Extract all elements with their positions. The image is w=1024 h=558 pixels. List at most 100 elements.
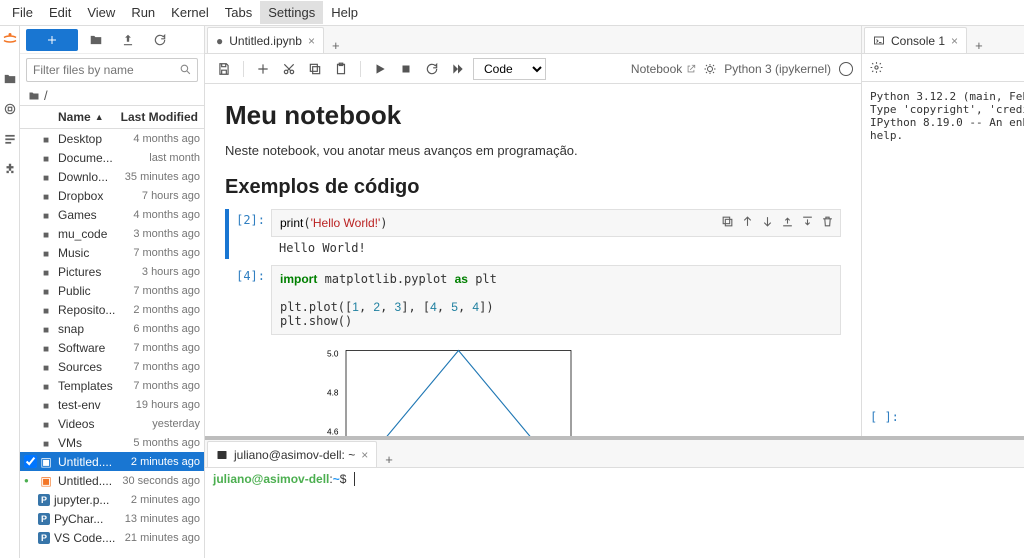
file-item[interactable]: Pjupyter.p...2 minutes ago: [20, 490, 204, 509]
new-folder-button[interactable]: [82, 29, 110, 51]
menu-file[interactable]: File: [4, 1, 41, 24]
file-item[interactable]: Desktop4 months ago: [20, 129, 204, 148]
menu-help[interactable]: Help: [323, 1, 366, 24]
restart-button[interactable]: [421, 58, 443, 80]
notebook-trust[interactable]: Notebook: [631, 62, 696, 76]
file-item[interactable]: Sources7 months ago: [20, 357, 204, 376]
file-item[interactable]: PVS Code....21 minutes ago: [20, 528, 204, 547]
console-tabbar: Console 1 × +: [862, 26, 1024, 54]
sort-by-modified[interactable]: Last Modified: [114, 110, 204, 124]
terminal-body[interactable]: juliano@asimov-dell:~$: [205, 468, 1024, 558]
move-up-icon[interactable]: [738, 212, 756, 230]
file-item[interactable]: Public7 months ago: [20, 281, 204, 300]
tab-terminal[interactable]: juliano@asimov-dell: ~ ×: [207, 441, 377, 467]
menu-kernel[interactable]: Kernel: [163, 1, 217, 24]
new-tab-button[interactable]: +: [377, 452, 401, 467]
cell-toolbar: [718, 212, 836, 230]
activity-bar: [0, 26, 20, 558]
menubar: FileEditViewRunKernelTabsSettingsHelp: [0, 0, 1024, 26]
file-item[interactable]: Music7 months ago: [20, 243, 204, 262]
copy-button[interactable]: [304, 58, 326, 80]
console-icon: [873, 35, 885, 47]
svg-text:4.8: 4.8: [327, 389, 339, 398]
file-item[interactable]: snap6 months ago: [20, 319, 204, 338]
duplicate-icon[interactable]: [718, 212, 736, 230]
file-item[interactable]: Dropbox7 hours ago: [20, 186, 204, 205]
delete-icon[interactable]: [818, 212, 836, 230]
file-browser-toolbar: [20, 26, 204, 54]
code-cell[interactable]: [4]: import matplotlib.pyplot as pltplt.…: [225, 265, 841, 436]
breadcrumb[interactable]: /: [20, 86, 204, 105]
notebook-toolbar: Code Notebook Python 3 (ipykernel): [205, 54, 861, 84]
terminal-icon: [216, 449, 228, 461]
console-prompt[interactable]: [ ]:: [862, 410, 1024, 424]
console-panel: Console 1 × + Python 3.12.2 (main, Feb 2…: [862, 26, 1024, 436]
tab-notebook[interactable]: ● Untitled.ipynb ×: [207, 27, 324, 53]
paste-button[interactable]: [330, 58, 352, 80]
menu-view[interactable]: View: [79, 1, 123, 24]
add-cell-button[interactable]: [252, 58, 274, 80]
file-item[interactable]: mu_code3 months ago: [20, 224, 204, 243]
refresh-button[interactable]: [146, 29, 174, 51]
stop-button[interactable]: [395, 58, 417, 80]
file-item[interactable]: Docume...last month: [20, 148, 204, 167]
new-tab-button[interactable]: +: [967, 38, 991, 53]
file-item[interactable]: Reposito...2 months ago: [20, 300, 204, 319]
folder-icon[interactable]: [3, 72, 17, 86]
run-all-button[interactable]: [447, 58, 469, 80]
extension-icon[interactable]: [3, 162, 17, 176]
commands-icon[interactable]: [3, 132, 17, 146]
file-item[interactable]: Games4 months ago: [20, 205, 204, 224]
file-list-header: Name ▲ Last Modified: [20, 105, 204, 129]
cell-type-select[interactable]: Code: [473, 58, 546, 80]
tab-console[interactable]: Console 1 ×: [864, 27, 967, 53]
kernel-name[interactable]: Python 3 (ipykernel): [724, 62, 831, 76]
close-icon[interactable]: ×: [951, 34, 958, 48]
running-icon[interactable]: [3, 102, 17, 116]
cell-prompt: [4]:: [231, 265, 271, 436]
file-item[interactable]: PPyChar...13 minutes ago: [20, 509, 204, 528]
new-tab-button[interactable]: +: [324, 38, 348, 53]
file-item[interactable]: VMs5 months ago: [20, 433, 204, 452]
file-item[interactable]: ●▣Untitled....30 seconds ago: [20, 471, 204, 490]
svg-text:4.6: 4.6: [327, 428, 339, 437]
file-item[interactable]: Downlo...35 minutes ago: [20, 167, 204, 186]
file-item[interactable]: Videosyesterday: [20, 414, 204, 433]
section-heading: Exemplos de código: [225, 176, 841, 199]
terminal-tabbar: juliano@asimov-dell: ~ × +: [205, 440, 1024, 468]
filter-input[interactable]: [26, 58, 198, 82]
menu-tabs[interactable]: Tabs: [217, 1, 260, 24]
cut-button[interactable]: [278, 58, 300, 80]
bug-icon[interactable]: [704, 63, 716, 75]
file-item[interactable]: Templates7 months ago: [20, 376, 204, 395]
sort-by-name[interactable]: Name ▲: [34, 110, 114, 124]
upload-button[interactable]: [114, 29, 142, 51]
insert-above-icon[interactable]: [778, 212, 796, 230]
file-item[interactable]: Pictures3 hours ago: [20, 262, 204, 281]
search-icon: [179, 63, 192, 76]
new-launcher-button[interactable]: [26, 29, 78, 51]
save-button[interactable]: [213, 58, 235, 80]
menu-run[interactable]: Run: [123, 1, 163, 24]
move-down-icon[interactable]: [758, 212, 776, 230]
file-browser: / Name ▲ Last Modified Desktop4 months a…: [20, 26, 205, 558]
menu-edit[interactable]: Edit: [41, 1, 79, 24]
cell-output: Hello World!: [271, 237, 841, 259]
close-icon[interactable]: ×: [361, 448, 368, 462]
notebook-title: Meu notebook: [225, 100, 841, 131]
file-item[interactable]: ▣Untitled....2 minutes ago: [20, 452, 204, 471]
notebook-body[interactable]: Meu notebook Neste notebook, vou anotar …: [205, 84, 861, 436]
close-icon[interactable]: ×: [308, 34, 315, 48]
svg-text:5.0: 5.0: [327, 350, 339, 359]
work-area: ● Untitled.ipynb × +: [205, 26, 1024, 558]
kernel-status-icon: [839, 62, 853, 76]
code-cell[interactable]: [2]: print('Hello World!'): [225, 209, 841, 259]
insert-below-icon[interactable]: [798, 212, 816, 230]
file-item[interactable]: test-env19 hours ago: [20, 395, 204, 414]
run-button[interactable]: [369, 58, 391, 80]
gear-icon[interactable]: [870, 61, 883, 74]
file-item[interactable]: Software7 months ago: [20, 338, 204, 357]
terminal-panel: juliano@asimov-dell: ~ × + juliano@asimo…: [205, 436, 1024, 558]
menu-settings[interactable]: Settings: [260, 1, 323, 24]
jupyter-logo: [1, 30, 19, 48]
